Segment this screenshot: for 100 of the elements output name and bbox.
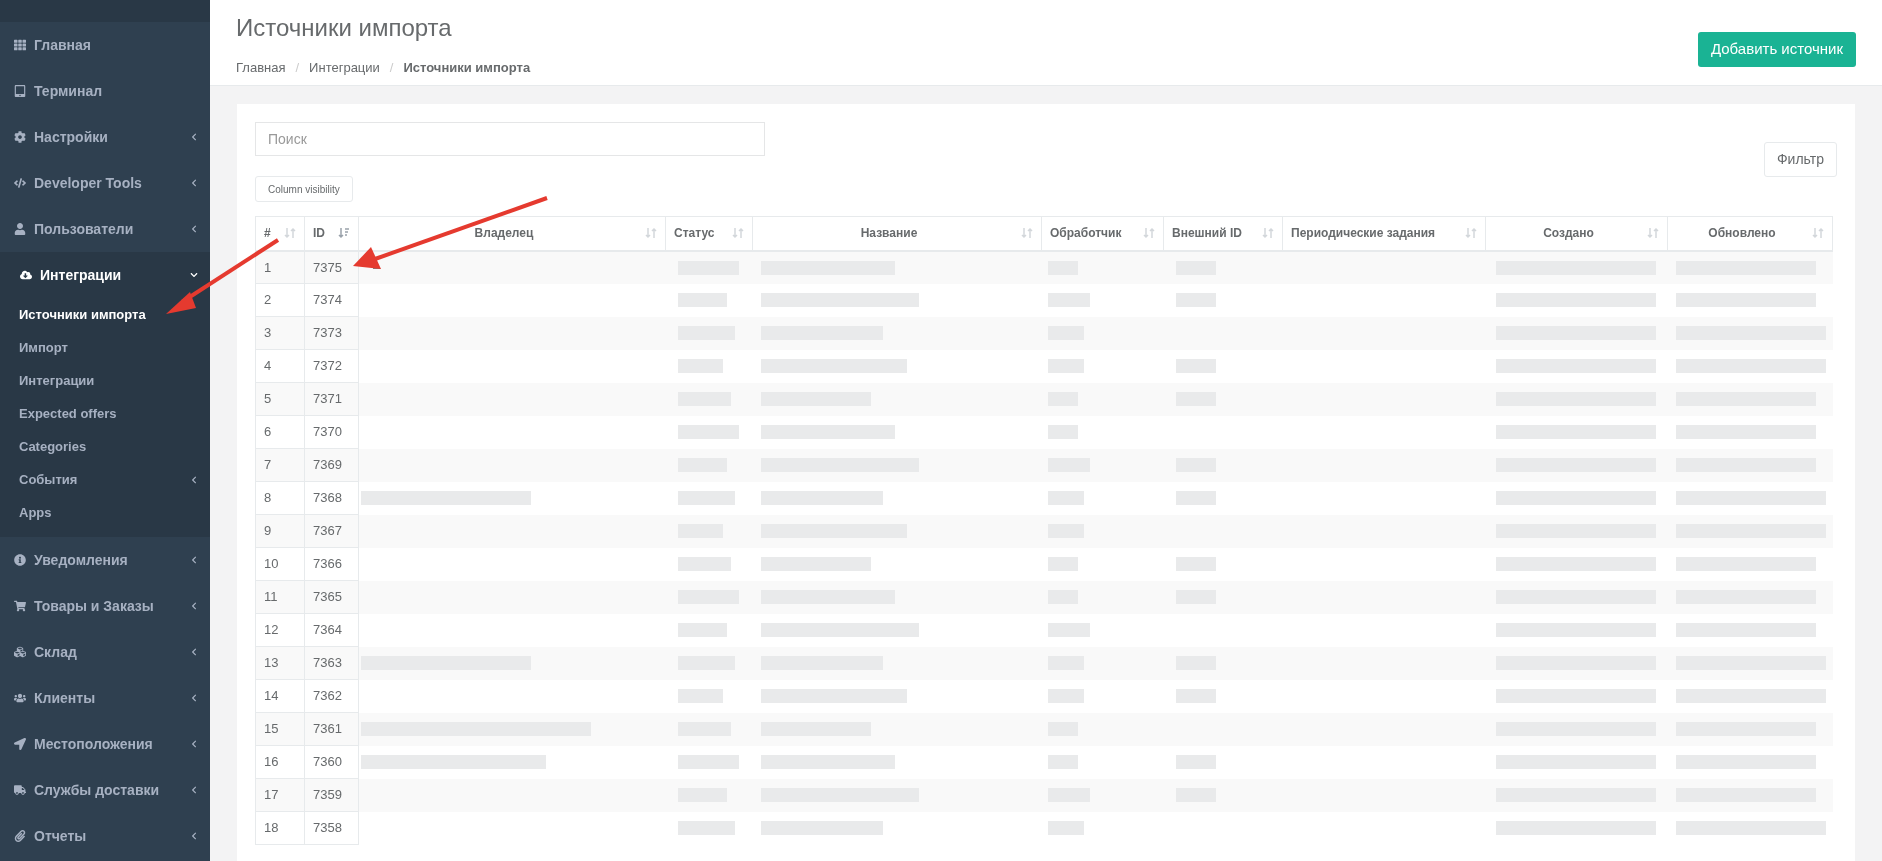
table-cell: 4 (255, 349, 305, 383)
chevron-left-icon (190, 832, 198, 840)
location-arrow-icon (14, 738, 26, 750)
sort-icon[interactable] (1021, 227, 1033, 240)
sidebar-subitem[interactable]: Expected offers (0, 397, 210, 430)
sidebar-item[interactable]: Пользователи (0, 206, 210, 252)
column-header[interactable]: Обработчик (1041, 216, 1164, 251)
column-header[interactable]: ID (304, 216, 359, 251)
sidebar-item[interactable]: Клиенты (0, 675, 210, 721)
sort-icon[interactable] (1812, 227, 1824, 240)
chevron-left-icon (190, 740, 198, 748)
sidebar-subitem[interactable]: Импорт (0, 331, 210, 364)
grid-icon (14, 39, 26, 51)
column-header[interactable]: Название (752, 216, 1042, 251)
table-cell: 7373 (304, 316, 359, 350)
code-icon (14, 177, 26, 189)
column-visibility-button[interactable]: Column visibility (255, 176, 353, 202)
breadcrumb-link[interactable]: Интеграции (309, 58, 380, 78)
cart-icon (14, 600, 26, 612)
filter-button[interactable]: Фильтр (1763, 142, 1837, 177)
sidebar-item[interactable]: Интеграции (0, 252, 210, 298)
sidebar-subitem[interactable]: Categories (0, 430, 210, 463)
table-cell: 7371 (304, 382, 359, 416)
chevron-left-icon (190, 694, 198, 702)
table-cell: 7368 (304, 481, 359, 515)
column-header[interactable]: Создано (1485, 216, 1668, 251)
table-cell: 18 (255, 811, 305, 845)
sidebar-item[interactable]: Местоположения (0, 721, 210, 767)
table-cell: 7360 (304, 745, 359, 779)
sort-descending-icon[interactable] (338, 227, 350, 240)
table-cell: 8 (255, 481, 305, 515)
sidebar-item[interactable]: Developer Tools (0, 160, 210, 206)
cubes-icon (14, 646, 26, 658)
sort-icon[interactable] (732, 227, 744, 240)
chevron-left-icon (190, 648, 198, 656)
table-cell: 7359 (304, 778, 359, 812)
chevron-left-icon (190, 179, 198, 187)
chevron-down-icon (190, 271, 198, 279)
sidebar-item[interactable]: Отчеты (0, 813, 210, 859)
table-cell: 2 (255, 283, 305, 317)
column-header[interactable]: Владелец (358, 216, 666, 251)
table-cell: 7362 (304, 679, 359, 713)
sidebar-item[interactable]: Товары и Заказы (0, 583, 210, 629)
breadcrumb-separator: / (295, 59, 300, 77)
chevron-left-icon (190, 225, 198, 233)
sidebar-subitem[interactable]: Интеграции (0, 364, 210, 397)
table-cell: 7365 (304, 580, 359, 614)
sort-icon[interactable] (645, 227, 657, 240)
table-cell: 7372 (304, 349, 359, 383)
sort-icon[interactable] (1262, 227, 1274, 240)
sidebar-item[interactable]: Уведомления (0, 537, 210, 583)
sort-icon[interactable] (284, 227, 296, 240)
sidebar-item[interactable]: Склад (0, 629, 210, 675)
table-cell: 14 (255, 679, 305, 713)
table-cell: 7370 (304, 415, 359, 449)
table-cell: 6 (255, 415, 305, 449)
table-cell: 10 (255, 547, 305, 581)
table-cell: 17 (255, 778, 305, 812)
sort-icon[interactable] (1647, 227, 1659, 240)
sort-icon[interactable] (1143, 227, 1155, 240)
sidebar-item[interactable]: Главная (0, 22, 210, 68)
table-cell: 7363 (304, 646, 359, 680)
sidebar-item[interactable]: Терминал (0, 68, 210, 114)
column-header[interactable]: Внешний ID (1163, 216, 1283, 251)
tablet-icon (14, 85, 26, 97)
sidebar-subitem[interactable]: Apps (0, 496, 210, 529)
search-field[interactable]: Поиск (255, 122, 765, 156)
sidebar-item[interactable]: Службы доставки (0, 767, 210, 813)
chevron-left-icon (190, 602, 198, 610)
breadcrumb-link[interactable]: Главная (236, 58, 286, 78)
sidebar-subitem[interactable]: Источники импорта (0, 298, 210, 331)
table-cell-text: – (372, 259, 381, 275)
column-header[interactable]: Обновлено (1667, 216, 1833, 251)
table-cell: 7361 (304, 712, 359, 746)
chevron-left-icon (190, 475, 198, 484)
column-header[interactable]: Периодические задания (1282, 216, 1486, 251)
table-cell: 7369 (304, 448, 359, 482)
truck-icon (14, 784, 26, 796)
settings-icon (14, 131, 26, 143)
sort-icon[interactable] (1465, 227, 1477, 240)
column-header[interactable]: Статус (665, 216, 753, 251)
table-cell: 3 (255, 316, 305, 350)
chevron-left-icon (190, 786, 198, 794)
chevron-left-icon (190, 133, 198, 141)
table-cell: 7364 (304, 613, 359, 647)
breadcrumb-separator: / (389, 59, 394, 77)
chevron-left-icon (190, 556, 198, 564)
table-cell: 11 (255, 580, 305, 614)
column-header[interactable]: # (255, 216, 305, 251)
table-cell: 7 (255, 448, 305, 482)
table-cell: 7367 (304, 514, 359, 548)
sidebar-item[interactable]: Настройки (0, 114, 210, 160)
page-title: Источники импорта (236, 13, 453, 43)
cloud-download-icon (20, 269, 32, 281)
sidebar-subitem[interactable]: События (0, 463, 210, 496)
table-cell: 1 (255, 250, 305, 284)
breadcrumb-current: Источники импорта (403, 59, 531, 77)
info-icon (14, 554, 26, 566)
paperclip-icon (14, 830, 26, 842)
table-cell: 9 (255, 514, 305, 548)
